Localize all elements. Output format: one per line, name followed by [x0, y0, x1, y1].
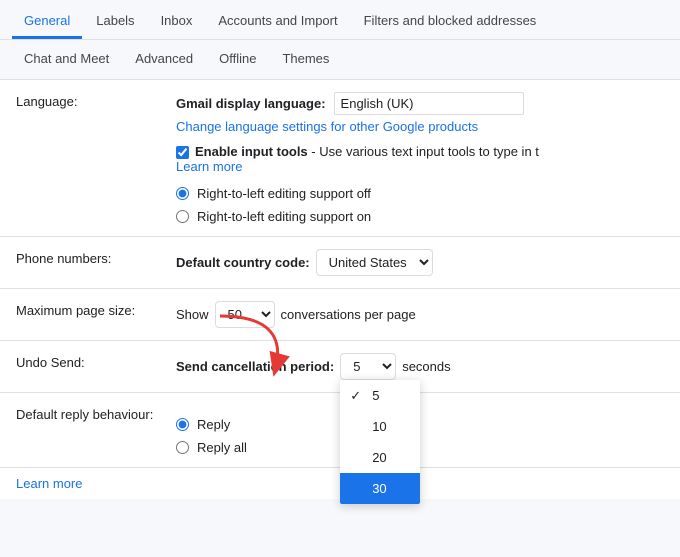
rtl-on-radio[interactable]	[176, 210, 189, 223]
reply-all-radio[interactable]	[176, 441, 189, 454]
phone-numbers-label: Phone numbers:	[16, 249, 176, 266]
tab-advanced[interactable]: Advanced	[123, 43, 205, 77]
dropdown-item-20[interactable]: 20	[340, 442, 420, 473]
default-reply-label: Default reply behaviour:	[16, 405, 176, 422]
max-page-size-row: Maximum page size: Show 10 15 20 25 50 1…	[0, 289, 680, 341]
show-label: Show	[176, 307, 209, 322]
tab-labels[interactable]: Labels	[84, 5, 146, 39]
tab-themes[interactable]: Themes	[270, 43, 341, 77]
phone-numbers-row: Phone numbers: Default country code: Uni…	[0, 237, 680, 289]
dropdown-item-10[interactable]: 10	[340, 411, 420, 442]
enable-input-tools-label: Enable input tools - Use various text in…	[195, 144, 539, 159]
undo-send-row: Undo Send: Send cancellation period: 5 1…	[0, 341, 680, 393]
tab-accounts-import[interactable]: Accounts and Import	[206, 5, 349, 39]
dropdown-value-5: 5	[372, 388, 379, 403]
cancellation-period-select[interactable]: 5 10 20 30	[340, 353, 396, 380]
cancellation-dropdown-menu: ✓ 5 10 20 30	[340, 380, 420, 504]
send-cancellation-label: Send cancellation period:	[176, 359, 334, 374]
dropdown-value-30: 30	[372, 481, 386, 496]
language-row: Language: Gmail display language: Change…	[0, 80, 680, 237]
tab-inbox[interactable]: Inbox	[149, 5, 205, 39]
reply-label: Reply	[197, 417, 230, 432]
default-country-code-label: Default country code:	[176, 255, 310, 270]
rtl-off-label: Right-to-left editing support off	[197, 186, 371, 201]
second-navigation: Chat and Meet Advanced Offline Themes	[0, 40, 680, 80]
settings-content: Language: Gmail display language: Change…	[0, 80, 680, 499]
top-navigation: General Labels Inbox Accounts and Import…	[0, 0, 680, 40]
rtl-on-label: Right-to-left editing support on	[197, 209, 371, 224]
undo-send-label: Undo Send:	[16, 353, 176, 370]
language-label: Language:	[16, 92, 176, 109]
dropdown-item-30[interactable]: 30	[340, 473, 420, 504]
input-tools-learn-more[interactable]: Learn more	[176, 159, 242, 174]
conversations-per-page-label: conversations per page	[281, 307, 416, 322]
tab-filters[interactable]: Filters and blocked addresses	[352, 5, 549, 39]
display-language-label: Gmail display language:	[176, 96, 326, 111]
enable-input-tools-checkbox[interactable]	[176, 146, 189, 159]
rtl-off-radio[interactable]	[176, 187, 189, 200]
rtl-radio-group: Right-to-left editing support off Right-…	[176, 186, 664, 224]
undo-send-control: Send cancellation period: 5 10 20 30 ✓ 5	[176, 353, 664, 380]
reply-all-label: Reply all	[197, 440, 247, 455]
max-page-size-control: Show 10 15 20 25 50 100 conversations pe…	[176, 301, 664, 328]
display-language-input[interactable]	[334, 92, 524, 115]
dropdown-value-20: 20	[372, 450, 386, 465]
seconds-label: seconds	[402, 359, 450, 374]
page-size-select[interactable]: 10 15 20 25 50 100	[215, 301, 275, 328]
rtl-on-row: Right-to-left editing support on	[176, 209, 664, 224]
bottom-learn-more-link[interactable]: Learn more	[16, 476, 82, 491]
tab-general[interactable]: General	[12, 5, 82, 39]
check-icon: ✓	[350, 388, 361, 404]
tab-chat-meet[interactable]: Chat and Meet	[12, 43, 121, 77]
tab-offline[interactable]: Offline	[207, 43, 268, 77]
dropdown-item-5[interactable]: ✓ 5	[340, 380, 420, 411]
reply-radio[interactable]	[176, 418, 189, 431]
change-language-link[interactable]: Change language settings for other Googl…	[176, 119, 478, 134]
dropdown-value-10: 10	[372, 419, 386, 434]
language-control: Gmail display language: Change language …	[176, 92, 664, 224]
phone-numbers-control: Default country code: United States	[176, 249, 664, 276]
cancellation-period-dropdown-wrapper: 5 10 20 30 ✓ 5 10	[340, 353, 396, 380]
country-code-select[interactable]: United States	[316, 249, 433, 276]
max-page-size-label: Maximum page size:	[16, 301, 176, 318]
rtl-off-row: Right-to-left editing support off	[176, 186, 664, 201]
